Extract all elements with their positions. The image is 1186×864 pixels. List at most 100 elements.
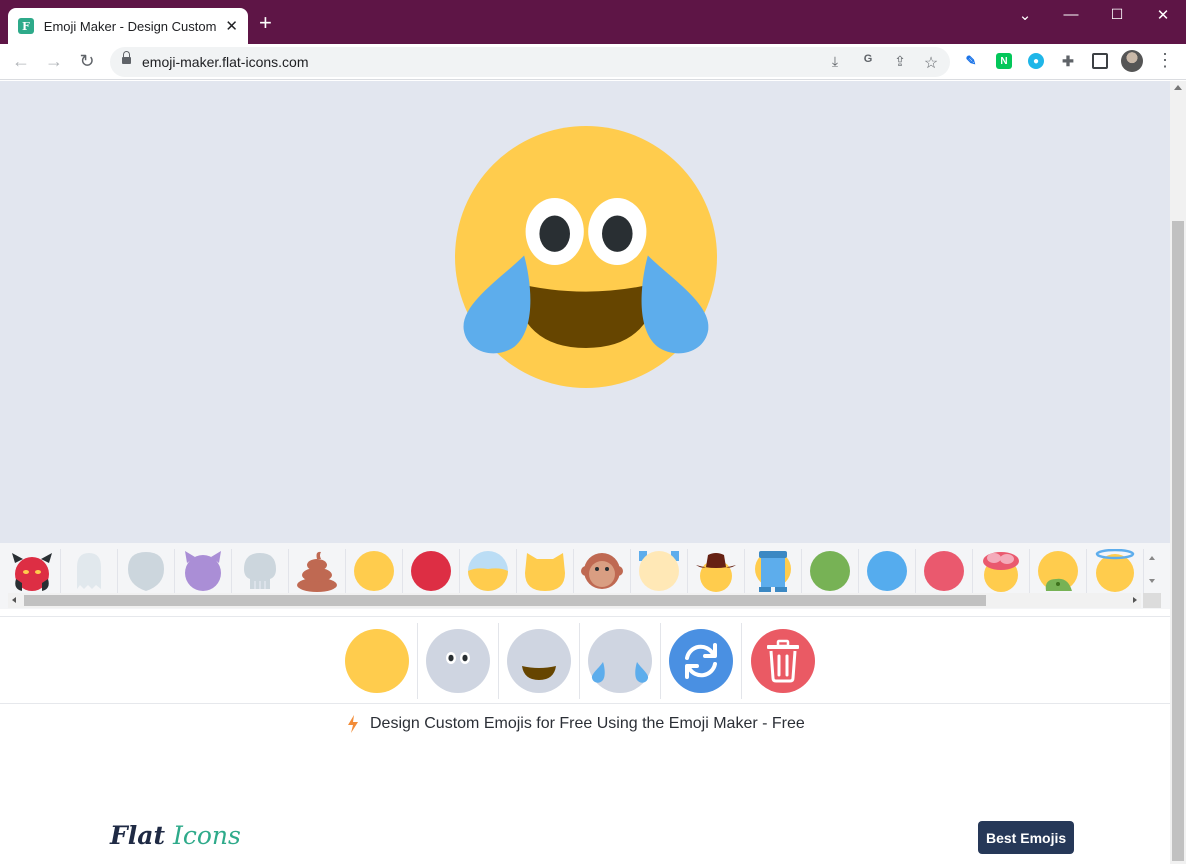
palette-item-bucket-head[interactable] [745, 549, 802, 593]
palette-item-brain-face[interactable] [973, 549, 1030, 593]
puzzle-icon[interactable]: ✚ [1060, 53, 1076, 69]
brand-part-flat: Flat [110, 821, 165, 850]
monkey-face-icon [581, 553, 623, 589]
layer-controls [0, 616, 1170, 704]
zombie-face-icon [1038, 551, 1078, 591]
trash-icon [750, 629, 815, 693]
tab-close-icon[interactable]: ✕ [225, 17, 238, 35]
palette-item-devil[interactable] [4, 549, 61, 593]
purple-devil-icon [185, 551, 221, 591]
lock-icon[interactable] [122, 51, 131, 66]
tagline-text: Design Custom Emojis for Free Using the … [370, 715, 805, 732]
emoji-canvas [0, 81, 1170, 543]
browser-titlebar: F Emoji Maker - Design Custom E ✕ + ⌄ — … [0, 0, 1186, 44]
share-icon[interactable]: ⇪ [891, 53, 909, 70]
palette-item-poop[interactable] [289, 549, 346, 593]
palette-item-pale-face[interactable] [631, 549, 688, 593]
red-face-icon [411, 551, 451, 591]
palette-item-red-face[interactable] [403, 549, 460, 593]
palette-vertical-scroll[interactable] [1143, 549, 1161, 593]
palette-item-monkey-face[interactable] [574, 549, 631, 593]
skull-icon [244, 553, 276, 589]
layer-tears-button[interactable] [580, 623, 661, 699]
translate-icon[interactable]: G [859, 53, 877, 65]
refresh-button[interactable] [661, 623, 742, 699]
palette-item-blue-face[interactable] [859, 549, 916, 593]
page-vertical-scrollbar[interactable] [1170, 81, 1186, 864]
palette-item-cowboy-face[interactable] [688, 549, 745, 593]
download-icon[interactable]: ⤓ [826, 53, 844, 70]
best-emojis-button[interactable]: Best Emojis [978, 821, 1075, 854]
scroll-corner [1143, 593, 1161, 608]
emoji-palette [0, 543, 1170, 609]
palette-horizontal-scrollbar[interactable] [8, 593, 1141, 608]
palette-item-zombie-face[interactable] [1030, 549, 1087, 593]
extension-pen-icon[interactable]: ✎ [963, 53, 979, 69]
refresh-icon [669, 629, 733, 693]
page-scrollbar-thumb[interactable] [1172, 221, 1184, 861]
alien-icon [128, 552, 164, 591]
sidebar-icon[interactable] [1092, 53, 1108, 69]
window-close-icon[interactable]: ✕ [1148, 6, 1178, 24]
layer-mouth-button[interactable] [499, 623, 580, 699]
lightning-icon [348, 715, 358, 733]
palette-item-green-face[interactable] [802, 549, 859, 593]
maximize-icon[interactable]: ☐ [1102, 6, 1132, 23]
palette-item-cat-face[interactable] [517, 549, 574, 593]
forward-arrow-icon[interactable]: → [43, 51, 65, 72]
layer-base-button[interactable] [337, 623, 418, 699]
reload-icon[interactable]: ↻ [76, 51, 98, 72]
back-arrow-icon[interactable]: ← [10, 51, 32, 72]
base-layer-icon [345, 629, 409, 693]
cowboy-face-icon [696, 553, 736, 592]
palette-item-alien[interactable] [118, 549, 175, 593]
scroll-right-arrow-icon[interactable] [1133, 597, 1137, 603]
browser-tab[interactable]: F Emoji Maker - Design Custom E ✕ [8, 8, 248, 44]
page-viewport: Design Custom Emojis for Free Using the … [0, 81, 1170, 864]
naver-icon[interactable]: N [996, 53, 1012, 69]
layer-list [337, 623, 823, 699]
layer-eyes-button[interactable] [418, 623, 499, 699]
palette-item-skull[interactable] [232, 549, 289, 593]
palette-item-yellow-face[interactable] [346, 549, 403, 593]
devil-icon [12, 553, 52, 591]
pink-face-icon [924, 551, 964, 591]
flat-icons-logo[interactable]: Flat Icons [110, 821, 241, 850]
profile-avatar[interactable] [1121, 50, 1143, 72]
palette-item-ghost[interactable] [61, 549, 118, 593]
minimize-icon[interactable]: — [1056, 6, 1086, 23]
tears-layer-icon [588, 629, 652, 693]
new-tab-plus-icon[interactable]: + [259, 12, 272, 34]
ghost-icon [77, 553, 101, 589]
green-face-icon [810, 551, 850, 591]
blue-face-icon [867, 551, 907, 591]
brand-part-icons: Icons [172, 821, 241, 850]
scroll-left-arrow-icon[interactable] [12, 597, 16, 603]
brain-face-icon [983, 552, 1019, 592]
palette-item-purple-devil[interactable] [175, 549, 232, 593]
tab-title: Emoji Maker - Design Custom E [43, 18, 220, 34]
bucket-head-icon [755, 551, 791, 592]
chat-icon[interactable]: ● [1028, 53, 1044, 69]
poop-icon [297, 551, 337, 592]
browser-menu-icon[interactable]: ⋮ [1156, 50, 1174, 71]
chevron-down-icon[interactable]: ⌄ [1010, 6, 1040, 24]
pale-face-icon [639, 551, 679, 591]
mouth-layer-icon [507, 629, 571, 693]
scrollbar-thumb[interactable] [24, 595, 986, 606]
cat-face-icon [525, 553, 565, 591]
angel-face-icon [1095, 549, 1135, 592]
address-bar[interactable]: emoji-maker.flat-icons.com ⤓ G ⇪ ☆ [110, 47, 950, 77]
bowl-face-icon [468, 551, 508, 591]
url-text[interactable]: emoji-maker.flat-icons.com [142, 54, 309, 70]
tagline: Design Custom Emojis for Free Using the … [346, 715, 805, 733]
palette-item-angel-face[interactable] [1087, 549, 1144, 593]
delete-button[interactable] [742, 623, 823, 699]
site-favicon-icon: F [18, 18, 34, 34]
star-icon[interactable]: ☆ [922, 53, 940, 73]
palette-item-bowl-face[interactable] [460, 549, 517, 593]
palette-items [4, 549, 1144, 593]
palette-item-pink-face[interactable] [916, 549, 973, 593]
scroll-up-arrow-icon[interactable] [1174, 85, 1182, 90]
face-with-tears-of-joy-emoji [455, 126, 717, 388]
